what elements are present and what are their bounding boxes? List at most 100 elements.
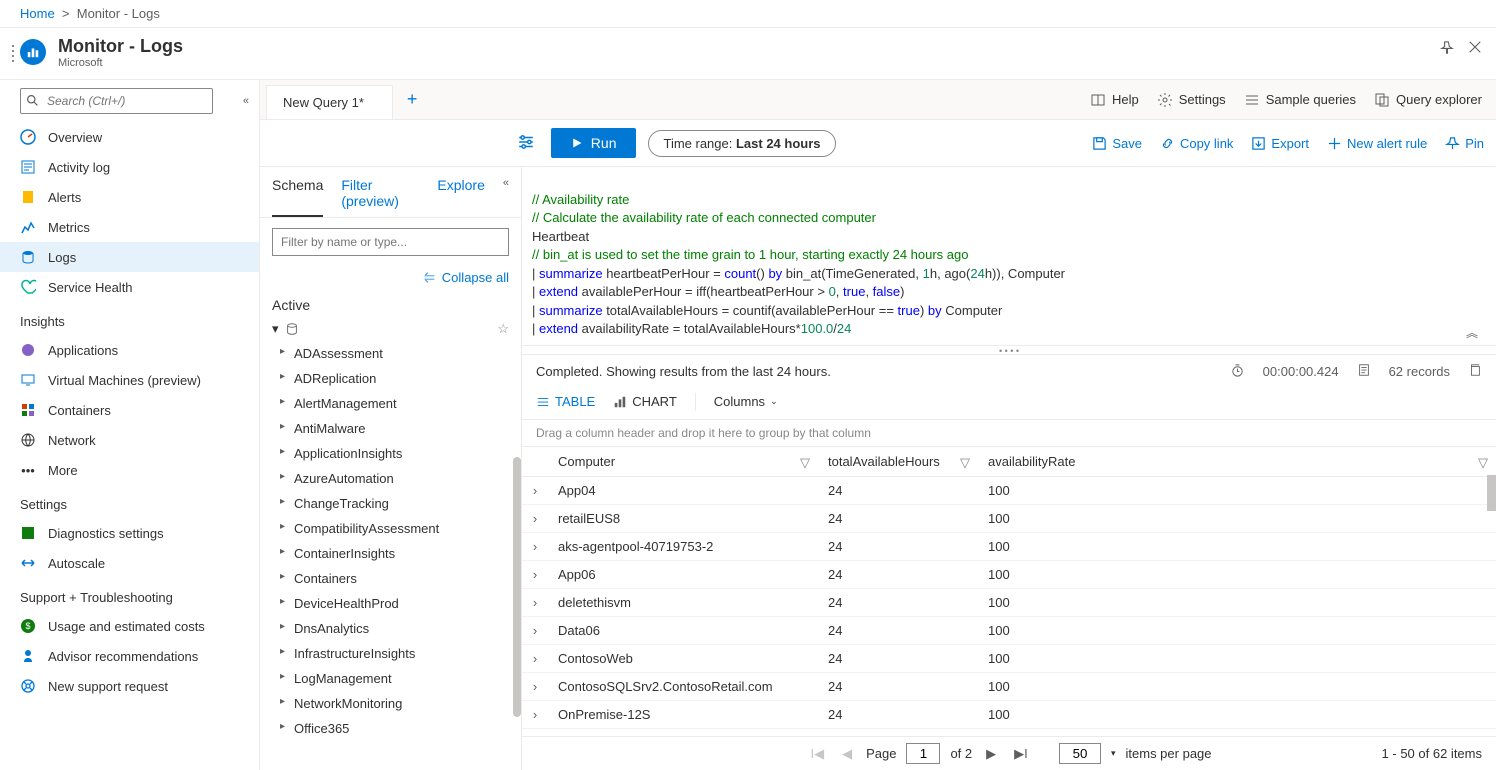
schema-item[interactable]: ChangeTracking [260, 491, 521, 516]
sidebar-search-input[interactable] [20, 88, 213, 114]
help-button[interactable]: Help [1090, 92, 1139, 108]
breadcrumb-home[interactable]: Home [20, 6, 55, 21]
schema-item[interactable]: ADAssessment [260, 341, 521, 366]
schema-item[interactable]: LogManagement [260, 666, 521, 691]
page-input[interactable] [906, 743, 940, 764]
collapse-sidebar-icon[interactable]: « [243, 95, 249, 107]
favorite-icon[interactable]: ☆ [497, 321, 509, 337]
filter-tab[interactable]: Filter (preview) [341, 177, 419, 217]
nav-metrics[interactable]: Metrics [0, 212, 259, 242]
schema-item[interactable]: DeviceHealthProd [260, 591, 521, 616]
last-page-button[interactable]: ▶I [1010, 746, 1032, 762]
query-explorer-button[interactable]: Query explorer [1374, 92, 1482, 108]
nav-usage[interactable]: $Usage and estimated costs [0, 611, 259, 641]
group-drop-area[interactable]: Drag a column header and drop it here to… [522, 420, 1496, 447]
schema-item[interactable]: ApplicationInsights [260, 441, 521, 466]
nav-alerts[interactable]: Alerts [0, 182, 259, 212]
nav-more[interactable]: •••More [0, 455, 259, 485]
nav-support-request[interactable]: New support request [0, 671, 259, 701]
col-hours[interactable]: totalAvailableHours▽ [818, 447, 978, 477]
add-tab-button[interactable]: + [393, 89, 432, 110]
filter-settings-icon[interactable] [517, 133, 535, 154]
schema-item[interactable]: ADReplication [260, 366, 521, 391]
nav-autoscale[interactable]: Autoscale [0, 548, 259, 578]
nav-vms[interactable]: Virtual Machines (preview) [0, 365, 259, 395]
schema-scrollbar[interactable] [513, 457, 521, 717]
schema-tab[interactable]: Schema [272, 177, 323, 217]
expand-row-icon[interactable]: › [522, 504, 548, 532]
expand-row-icon[interactable]: › [522, 700, 548, 728]
query-editor[interactable]: // Availability rate // Calculate the av… [522, 167, 1496, 345]
schema-root[interactable]: ▾☆ [260, 317, 521, 341]
run-button[interactable]: Run [551, 128, 637, 158]
schema-item[interactable]: AlertManagement [260, 391, 521, 416]
page-header: Monitor - Logs Microsoft [0, 28, 1496, 80]
expand-row-icon[interactable]: › [522, 644, 548, 672]
table-row[interactable]: ›ContosoSQLSrv2.ContosoRetail.com24100 [522, 672, 1496, 700]
expand-row-icon[interactable]: › [522, 532, 548, 560]
new-alert-button[interactable]: New alert rule [1327, 136, 1427, 151]
collapse-schema-icon[interactable]: « [503, 177, 509, 217]
copy-link-button[interactable]: Copy link [1160, 136, 1233, 151]
prev-page-button[interactable]: ◀ [838, 746, 856, 762]
table-row[interactable]: ›Data0624100 [522, 616, 1496, 644]
table-row[interactable]: ›App0624100 [522, 560, 1496, 588]
col-rate[interactable]: availabilityRate▽ [978, 447, 1496, 477]
col-computer[interactable]: Computer▽ [548, 447, 818, 477]
table-row[interactable]: ›retailEUS824100 [522, 504, 1496, 532]
expand-row-icon[interactable]: › [522, 672, 548, 700]
schema-item[interactable]: DnsAnalytics [260, 616, 521, 641]
chart-view-tab[interactable]: CHART [613, 394, 677, 409]
schema-filter-input[interactable] [272, 228, 509, 256]
page-size-input[interactable] [1059, 743, 1101, 764]
time-range-picker[interactable]: Time range: Last 24 hours [648, 130, 835, 157]
table-row[interactable]: ›ContosoWeb24100 [522, 644, 1496, 672]
columns-dropdown[interactable]: Columns⌄ [714, 394, 778, 409]
schema-item[interactable]: ContainerInsights [260, 541, 521, 566]
explore-tab[interactable]: Explore [437, 177, 484, 217]
nav-applications[interactable]: Applications [0, 335, 259, 365]
pin-button[interactable]: Pin [1445, 136, 1484, 151]
schema-item[interactable]: AzureAutomation [260, 466, 521, 491]
copy-results-icon[interactable] [1468, 363, 1482, 380]
expand-editor-icon[interactable]: ︽ [1466, 325, 1478, 341]
nav-advisor[interactable]: Advisor recommendations [0, 641, 259, 671]
table-row[interactable]: ›deletethisvm24100 [522, 588, 1496, 616]
next-page-button[interactable]: ▶ [982, 746, 1000, 762]
query-tab[interactable]: New Query 1* [266, 85, 393, 119]
results-scrollbar[interactable] [1487, 475, 1496, 511]
table-row[interactable]: ›App0424100 [522, 476, 1496, 504]
nav-network[interactable]: Network [0, 425, 259, 455]
pin-icon[interactable] [1439, 40, 1454, 58]
nav-overview[interactable]: Overview [0, 122, 259, 152]
clock-icon [1230, 363, 1245, 381]
schema-item[interactable]: CompatibilityAssessment [260, 516, 521, 541]
schema-item[interactable]: Office365 [260, 716, 521, 741]
nav-activity-log[interactable]: Activity log [0, 152, 259, 182]
splitter[interactable]: • • • • [522, 345, 1496, 355]
results-table: Computer▽ totalAvailableHours▽ availabil… [522, 447, 1496, 729]
nav-logs[interactable]: Logs [0, 242, 259, 272]
nav-service-health[interactable]: Service Health [0, 272, 259, 302]
nav-containers[interactable]: Containers [0, 395, 259, 425]
schema-item[interactable]: NetworkMonitoring [260, 691, 521, 716]
expand-row-icon[interactable]: › [522, 588, 548, 616]
export-button[interactable]: Export [1251, 136, 1309, 151]
collapse-all-link[interactable]: Collapse all [260, 266, 521, 293]
expand-row-icon[interactable]: › [522, 476, 548, 504]
settings-button[interactable]: Settings [1157, 92, 1226, 108]
save-button[interactable]: Save [1092, 136, 1142, 151]
nav-diagnostics[interactable]: Diagnostics settings [0, 518, 259, 548]
sample-queries-button[interactable]: Sample queries [1244, 92, 1356, 108]
close-icon[interactable] [1468, 40, 1482, 58]
expand-row-icon[interactable]: › [522, 560, 548, 588]
schema-item[interactable]: AntiMalware [260, 416, 521, 441]
schema-item[interactable]: Containers [260, 566, 521, 591]
schema-item[interactable]: InfrastructureInsights [260, 641, 521, 666]
expand-row-icon[interactable]: › [522, 616, 548, 644]
table-row[interactable]: ›aks-agentpool-40719753-224100 [522, 532, 1496, 560]
table-view-tab[interactable]: TABLE [536, 394, 595, 409]
first-page-button[interactable]: I◀ [806, 746, 828, 762]
filter-icon: ▽ [800, 455, 810, 471]
table-row[interactable]: ›OnPremise-12S24100 [522, 700, 1496, 728]
